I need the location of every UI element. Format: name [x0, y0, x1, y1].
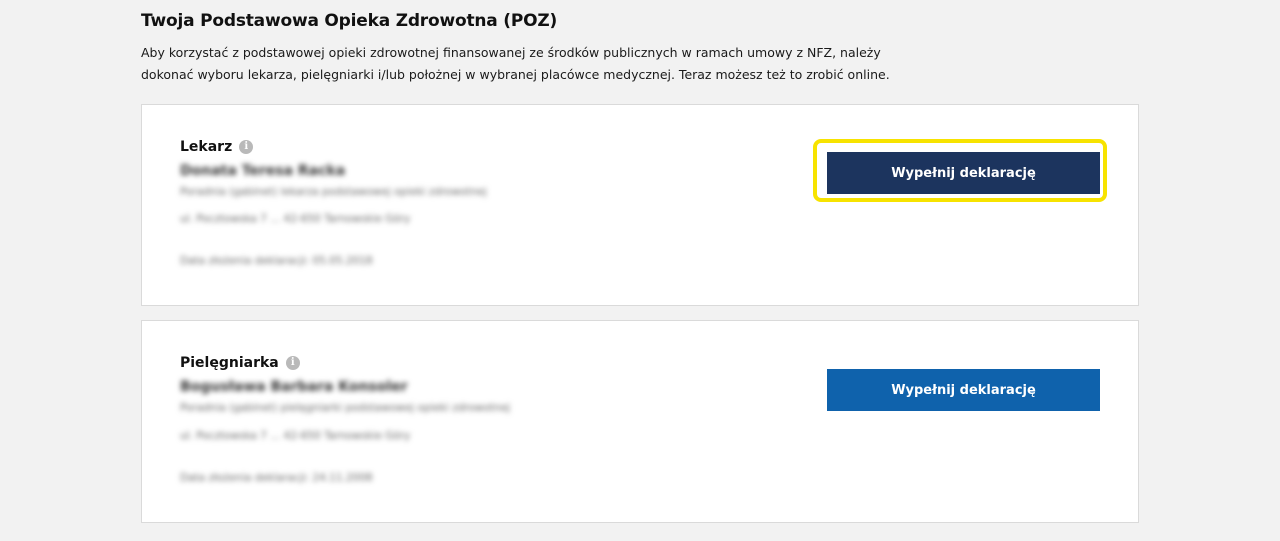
doctor-card: Lekarz i Donata Teresa Racka Poradnia (g… [141, 104, 1139, 306]
section-intro: Aby korzystać z podstawowej opieki zdrow… [141, 45, 890, 82]
section-title: Twoja Podstawowa Opieka Zdrowotna (POZ) [141, 11, 558, 31]
doctor-role-label: Lekarz [180, 139, 233, 155]
info-icon[interactable]: i [239, 140, 254, 154]
nurse-card: Pielęgniarka i Bogusława Barbara Konsole… [141, 320, 1139, 523]
doctor-name-redacted: Donata Teresa Racka [180, 163, 346, 179]
nurse-name-redacted: Bogusława Barbara Konsoler [180, 379, 408, 395]
nurse-role-label: Pielęgniarka [180, 355, 279, 371]
nurse-address-redacted: ul. Pocztowska 7 ... 42-650 Tarnowskie G… [180, 430, 411, 442]
doctor-clinic-type-redacted: Poradnia (gabinet) lekarza podstawowej o… [180, 186, 487, 198]
nurse-clinic-type-redacted: Poradnia (gabinet) pielęgniarki podstawo… [180, 402, 511, 414]
doctor-address-redacted: ul. Pocztowska 7 ... 42-650 Tarnowskie G… [180, 213, 411, 225]
doctor-role-row: Lekarz i [180, 139, 254, 155]
info-icon[interactable]: i [285, 356, 300, 370]
nurse-declaration-date-redacted: Data złożenia deklaracji: 24.11.2008 [180, 472, 373, 484]
nurse-fill-declaration-button[interactable]: Wypełnij deklarację [827, 369, 1100, 411]
doctor-fill-declaration-button[interactable]: Wypełnij deklarację [827, 152, 1100, 194]
nurse-role-row: Pielęgniarka i [180, 355, 300, 371]
doctor-declaration-date-redacted: Data złożenia deklaracji: 05.05.2018 [180, 255, 373, 267]
